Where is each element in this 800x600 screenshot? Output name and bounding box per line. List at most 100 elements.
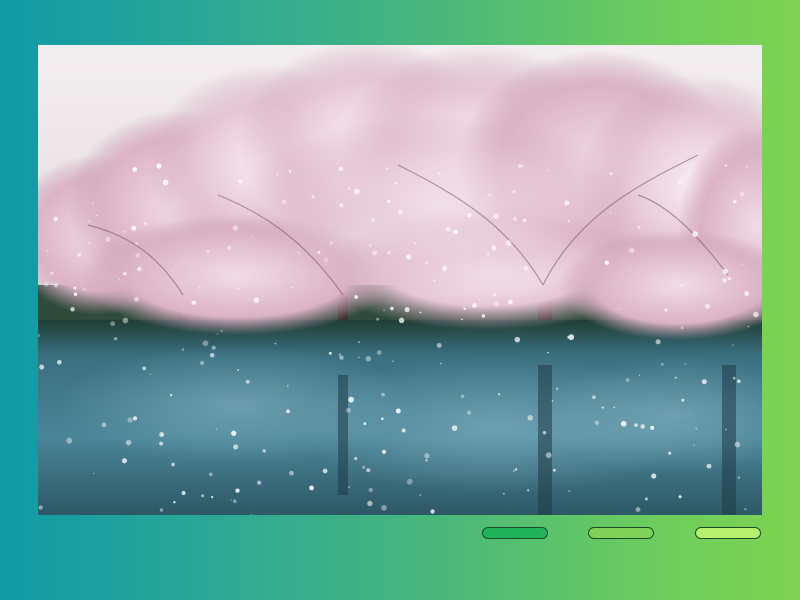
snowflake bbox=[77, 253, 81, 257]
snowflake bbox=[651, 473, 657, 479]
snowflake bbox=[171, 462, 175, 467]
snowflake bbox=[324, 257, 329, 262]
snowflake bbox=[339, 167, 343, 171]
snowflake bbox=[216, 333, 219, 335]
snowflake bbox=[512, 469, 516, 473]
snowflake bbox=[159, 177, 161, 179]
snowflake bbox=[339, 203, 344, 208]
slide-indicator-2[interactable] bbox=[588, 527, 654, 539]
snowflake bbox=[463, 307, 466, 311]
snowflake bbox=[478, 298, 481, 301]
snowflake bbox=[338, 353, 341, 356]
snowflake bbox=[635, 507, 641, 513]
snowflake bbox=[390, 306, 394, 311]
snowflake bbox=[262, 449, 266, 453]
snowflake bbox=[173, 501, 176, 504]
snowflake bbox=[512, 216, 518, 222]
snowflake bbox=[634, 423, 638, 427]
snowflake bbox=[568, 334, 575, 341]
snowflake bbox=[93, 472, 95, 475]
snowflake bbox=[521, 164, 524, 168]
snowflake bbox=[498, 393, 501, 396]
snowflake bbox=[562, 276, 564, 278]
snowflake bbox=[159, 508, 164, 512]
snowflake bbox=[367, 500, 373, 507]
snowflake bbox=[237, 368, 240, 371]
snowflake bbox=[564, 200, 570, 206]
snowflake bbox=[609, 211, 612, 214]
snowflake bbox=[742, 226, 745, 229]
snowflake bbox=[73, 292, 78, 296]
snowflake bbox=[453, 229, 458, 235]
snowflake bbox=[744, 508, 747, 511]
snowflake bbox=[215, 428, 218, 430]
snowflake bbox=[368, 487, 373, 493]
snowflake bbox=[131, 225, 137, 231]
snowflake bbox=[238, 178, 243, 184]
snowflake bbox=[73, 286, 77, 290]
snowflake bbox=[348, 396, 355, 403]
snowflake bbox=[737, 379, 741, 383]
snowflake bbox=[358, 356, 360, 358]
snowflake bbox=[734, 441, 741, 448]
snowflake bbox=[753, 311, 759, 318]
snowflake bbox=[644, 497, 648, 501]
snowflake bbox=[286, 409, 290, 414]
snowflake bbox=[363, 422, 367, 426]
snowflake bbox=[377, 350, 382, 355]
slide-indicator-3[interactable] bbox=[695, 527, 761, 539]
snowflake bbox=[507, 299, 513, 305]
snowflake bbox=[555, 387, 559, 390]
snowflake bbox=[38, 505, 43, 510]
snowflake bbox=[172, 270, 174, 273]
snowflake bbox=[527, 489, 530, 492]
snowflake bbox=[567, 220, 570, 223]
snowflake bbox=[620, 420, 627, 427]
snowflake bbox=[488, 193, 492, 197]
snowflake bbox=[328, 351, 332, 355]
snowflake bbox=[235, 488, 240, 493]
slide-indicator-1[interactable] bbox=[482, 527, 548, 539]
snowflake bbox=[424, 453, 430, 459]
snowflake bbox=[406, 478, 413, 485]
snowflake bbox=[441, 265, 448, 271]
snowflake bbox=[198, 286, 201, 289]
snowflake bbox=[286, 384, 289, 387]
snowflake bbox=[51, 283, 54, 285]
snowflake bbox=[274, 342, 277, 345]
snowflake bbox=[233, 444, 239, 450]
snowflake bbox=[511, 167, 513, 169]
snowflake bbox=[70, 307, 75, 312]
snowflake bbox=[724, 164, 728, 167]
snowflake bbox=[664, 308, 668, 312]
snowflake bbox=[142, 366, 147, 371]
snowflake bbox=[678, 495, 682, 499]
snowflake bbox=[386, 199, 391, 204]
snowflake bbox=[419, 311, 422, 314]
snowflake bbox=[674, 209, 677, 212]
snowflake bbox=[693, 444, 695, 447]
snowflake bbox=[481, 314, 486, 318]
snowflake bbox=[493, 293, 496, 297]
snowflake bbox=[466, 212, 472, 218]
snowflake bbox=[230, 499, 232, 501]
snowflake bbox=[747, 326, 749, 328]
snowflake bbox=[137, 266, 142, 272]
snowflake bbox=[376, 317, 380, 321]
snowflake bbox=[609, 171, 613, 176]
snowflake bbox=[430, 509, 435, 514]
snowflake bbox=[514, 468, 518, 471]
snowflake bbox=[406, 254, 412, 260]
snowflake bbox=[353, 188, 360, 195]
snowflake bbox=[517, 164, 522, 168]
snowflake bbox=[401, 428, 406, 433]
snowflake bbox=[732, 344, 734, 346]
snowflake bbox=[159, 441, 164, 446]
snowflake bbox=[127, 417, 133, 423]
snowflake bbox=[568, 490, 570, 492]
snowflake bbox=[132, 167, 138, 172]
snowflake bbox=[681, 398, 685, 402]
snowflake bbox=[732, 376, 736, 380]
snowflake bbox=[618, 308, 620, 311]
snowflake bbox=[397, 209, 404, 215]
